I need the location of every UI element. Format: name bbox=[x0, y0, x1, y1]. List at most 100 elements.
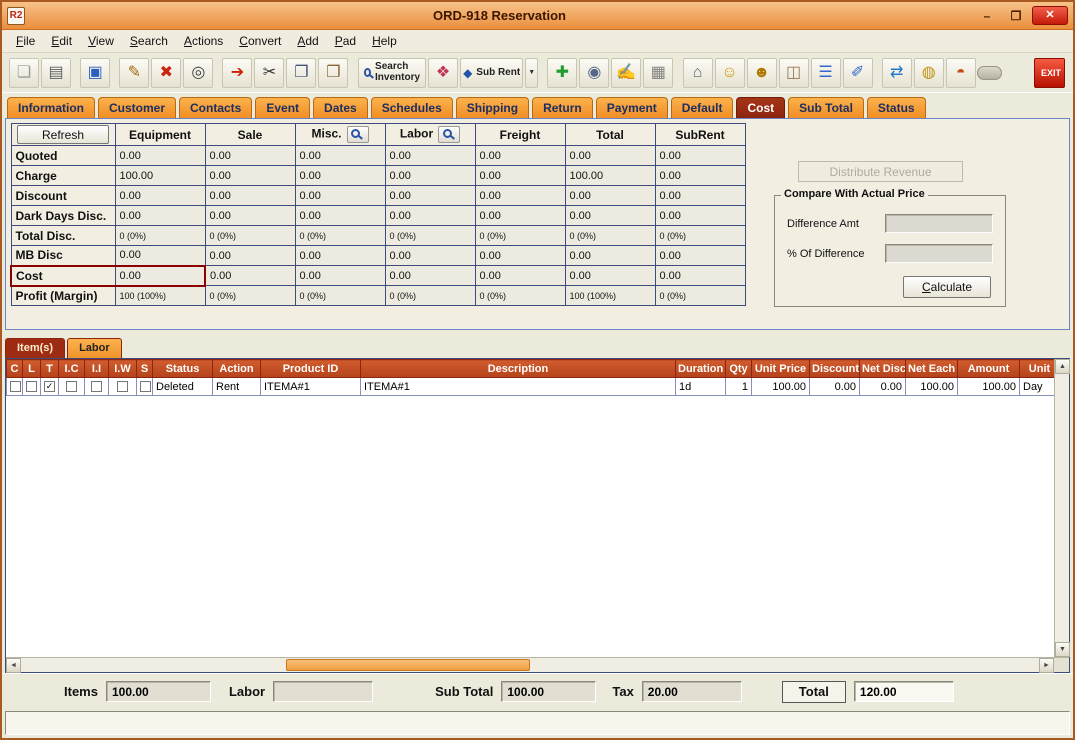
menu-item-view[interactable]: View bbox=[80, 31, 122, 51]
items-column-header-status[interactable]: Status bbox=[153, 360, 213, 378]
refresh-button[interactable]: Refresh bbox=[17, 125, 109, 144]
checkbox-i-w[interactable] bbox=[117, 381, 128, 392]
cost-cell-mb-disc-freight[interactable]: 0.00 bbox=[475, 246, 565, 266]
cost-cell-quoted-total[interactable]: 0.00 bbox=[565, 146, 655, 166]
calculate-button[interactable]: Calculate bbox=[903, 276, 991, 298]
cell-net-disc[interactable]: 0.00 bbox=[860, 378, 906, 396]
menu-item-edit[interactable]: Edit bbox=[43, 31, 80, 51]
new-document-icon[interactable]: ❏ bbox=[9, 58, 39, 88]
cell-action[interactable]: Rent bbox=[213, 378, 261, 396]
save-icon[interactable]: ▣ bbox=[80, 58, 110, 88]
items-column-header-i-i[interactable]: I.I bbox=[85, 360, 109, 378]
cell-unit[interactable]: Day bbox=[1020, 378, 1055, 396]
search-inventory-button[interactable]: Search Inventory bbox=[358, 58, 426, 88]
find-binoculars-icon[interactable]: ◎ bbox=[183, 58, 213, 88]
form-edit-icon[interactable]: ✐ bbox=[843, 58, 873, 88]
items-column-header-l[interactable]: L bbox=[23, 360, 41, 378]
checkbox-i-c[interactable] bbox=[66, 381, 77, 392]
coins-icon[interactable]: ◍ bbox=[914, 58, 944, 88]
tab-customer[interactable]: Customer bbox=[98, 97, 176, 118]
cost-cell-quoted-equipment[interactable]: 0.00 bbox=[115, 146, 205, 166]
totals-sub-total-field[interactable]: 100.00 bbox=[501, 681, 596, 702]
scroll-up-icon[interactable]: ▲ bbox=[1055, 359, 1070, 374]
totals-labor-field[interactable] bbox=[273, 681, 373, 702]
cost-cell-profit-margin-total[interactable]: 100 (100%) bbox=[565, 286, 655, 306]
items-tab-labor[interactable]: Labor bbox=[67, 338, 122, 358]
tab-information[interactable]: Information bbox=[7, 97, 95, 118]
cost-cell-dark-days-disc-labor[interactable]: 0.00 bbox=[385, 206, 475, 226]
menu-item-add[interactable]: Add bbox=[289, 31, 326, 51]
coins-add-icon[interactable]: ◓ bbox=[946, 58, 976, 88]
items-column-header-net-each[interactable]: Net Each bbox=[906, 360, 958, 378]
cost-cell-mb-disc-total[interactable]: 0.00 bbox=[565, 246, 655, 266]
cost-cell-cost-sale[interactable]: 0.00 bbox=[205, 266, 295, 286]
menu-item-help[interactable]: Help bbox=[364, 31, 405, 51]
cost-cell-mb-disc-misc[interactable]: 0.00 bbox=[295, 246, 385, 266]
totals-tax-field[interactable]: 20.00 bbox=[642, 681, 742, 702]
items-column-header-i-w[interactable]: I.W bbox=[109, 360, 137, 378]
cost-cell-discount-equipment[interactable]: 0.00 bbox=[115, 186, 205, 206]
cost-cell-dark-days-disc-sale[interactable]: 0.00 bbox=[205, 206, 295, 226]
cell-unit-price[interactable]: 100.00 bbox=[752, 378, 810, 396]
cost-cell-profit-margin-equipment[interactable]: 100 (100%) bbox=[115, 286, 205, 306]
cell-amount[interactable]: 100.00 bbox=[958, 378, 1020, 396]
tab-shipping[interactable]: Shipping bbox=[456, 97, 529, 118]
cost-cell-mb-disc-subrent[interactable]: 0.00 bbox=[655, 246, 745, 266]
tab-payment[interactable]: Payment bbox=[596, 97, 668, 118]
items-column-header-amount[interactable]: Amount bbox=[958, 360, 1020, 378]
tab-sub-total[interactable]: Sub Total bbox=[788, 97, 864, 118]
cost-cell-profit-margin-misc[interactable]: 0 (0%) bbox=[295, 286, 385, 306]
cost-cell-dark-days-disc-equipment[interactable]: 0.00 bbox=[115, 206, 205, 226]
menu-item-actions[interactable]: Actions bbox=[176, 31, 231, 51]
items-column-header-s[interactable]: S bbox=[137, 360, 153, 378]
tab-return[interactable]: Return bbox=[532, 97, 593, 118]
menu-item-pad[interactable]: Pad bbox=[327, 31, 364, 51]
search-misc-button[interactable] bbox=[347, 126, 369, 143]
cost-cell-quoted-misc[interactable]: 0.00 bbox=[295, 146, 385, 166]
cost-cell-mb-disc-equipment[interactable]: 0.00 bbox=[115, 246, 205, 266]
availability-icon[interactable]: ◉ bbox=[579, 58, 609, 88]
totals-items-field[interactable]: 100.00 bbox=[106, 681, 211, 702]
cost-cell-cost-misc[interactable]: 0.00 bbox=[295, 266, 385, 286]
cost-cell-charge-misc[interactable]: 0.00 bbox=[295, 166, 385, 186]
cost-cell-cost-subrent[interactable]: 0.00 bbox=[655, 266, 745, 286]
cost-cell-total-disc-freight[interactable]: 0 (0%) bbox=[475, 226, 565, 246]
tab-cost[interactable]: Cost bbox=[736, 97, 785, 118]
cell-status[interactable]: Deleted bbox=[153, 378, 213, 396]
sub-rent-dropdown[interactable]: ▼ bbox=[525, 58, 538, 88]
scroll-down-icon[interactable]: ▼ bbox=[1055, 642, 1070, 657]
cut-icon[interactable]: ✂ bbox=[254, 58, 284, 88]
tab-contacts[interactable]: Contacts bbox=[179, 97, 252, 118]
items-column-header-action[interactable]: Action bbox=[213, 360, 261, 378]
cell-product-id[interactable]: ITEMA#1 bbox=[261, 378, 361, 396]
cost-cell-quoted-subrent[interactable]: 0.00 bbox=[655, 146, 745, 166]
cost-cell-profit-margin-subrent[interactable]: 0 (0%) bbox=[655, 286, 745, 306]
h-scroll-track[interactable] bbox=[21, 658, 1039, 672]
delete-icon[interactable]: ✖ bbox=[151, 58, 181, 88]
menu-item-search[interactable]: Search bbox=[122, 31, 176, 51]
cost-cell-total-disc-misc[interactable]: 0 (0%) bbox=[295, 226, 385, 246]
cost-cell-total-disc-sale[interactable]: 0 (0%) bbox=[205, 226, 295, 246]
menu-item-convert[interactable]: Convert bbox=[231, 31, 289, 51]
cost-cell-quoted-sale[interactable]: 0.00 bbox=[205, 146, 295, 166]
smiley-icon[interactable]: ☺ bbox=[715, 58, 745, 88]
minimize-button[interactable]: – bbox=[974, 7, 1000, 25]
pct-of-difference-field[interactable] bbox=[885, 244, 993, 263]
cost-cell-charge-subrent[interactable]: 0.00 bbox=[655, 166, 745, 186]
cost-cell-discount-labor[interactable]: 0.00 bbox=[385, 186, 475, 206]
cost-cell-mb-disc-sale[interactable]: 0.00 bbox=[205, 246, 295, 266]
items-tab-item-s[interactable]: Item(s) bbox=[5, 338, 65, 358]
tab-status[interactable]: Status bbox=[867, 97, 926, 118]
items-column-header-i-c[interactable]: I.C bbox=[59, 360, 85, 378]
cost-cell-profit-margin-labor[interactable]: 0 (0%) bbox=[385, 286, 475, 306]
app-icon[interactable]: R2 bbox=[7, 7, 25, 25]
h-scroll-thumb[interactable] bbox=[286, 659, 530, 671]
cost-cell-discount-freight[interactable]: 0.00 bbox=[475, 186, 565, 206]
scroll-left-icon[interactable]: ◄ bbox=[6, 658, 21, 673]
cost-cell-total-disc-labor[interactable]: 0 (0%) bbox=[385, 226, 475, 246]
cost-cell-profit-margin-sale[interactable]: 0 (0%) bbox=[205, 286, 295, 306]
cost-cell-dark-days-disc-freight[interactable]: 0.00 bbox=[475, 206, 565, 226]
notes-icon[interactable]: ✍ bbox=[611, 58, 641, 88]
items-column-header-unit-price[interactable]: Unit Price bbox=[752, 360, 810, 378]
distribute-revenue-button[interactable]: Distribute Revenue bbox=[798, 161, 963, 182]
